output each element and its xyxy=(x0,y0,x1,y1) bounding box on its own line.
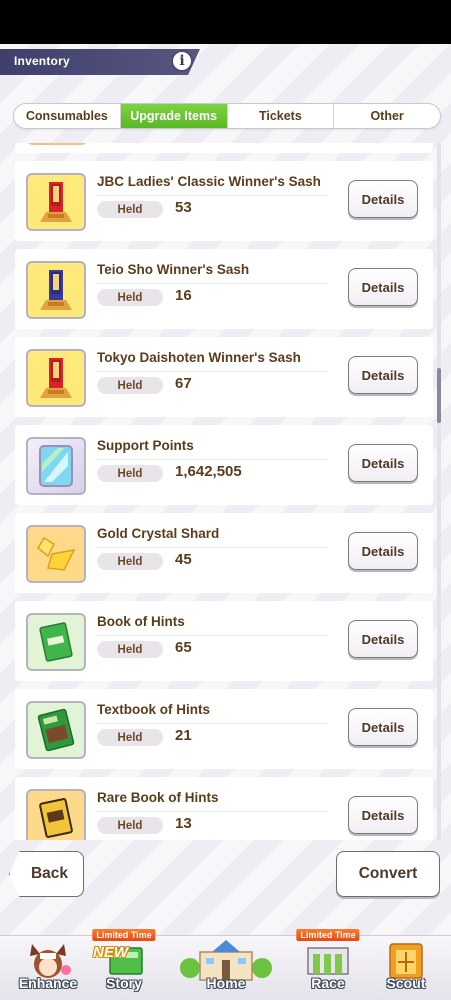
details-button[interactable]: Details xyxy=(348,796,418,834)
nav-label: Story xyxy=(106,975,142,991)
gold-crystal-icon xyxy=(26,525,86,583)
held-count: 45 xyxy=(175,551,192,568)
divider xyxy=(97,195,327,196)
purple-sash-icon xyxy=(26,261,86,319)
nav-label: Scout xyxy=(386,975,426,991)
held-label: Held xyxy=(97,729,163,746)
divider xyxy=(97,723,327,724)
held-count: 65 xyxy=(175,639,192,656)
tab-upgrade-items[interactable]: Upgrade Items xyxy=(120,104,228,128)
header-banner: Inventory xyxy=(0,49,200,75)
item-list[interactable]: JBC Ladies' Classic Winner's Sash Held 5… xyxy=(15,143,433,840)
divider xyxy=(97,547,327,548)
gold-book-icon xyxy=(26,789,86,840)
divider xyxy=(97,811,327,812)
held-count: 67 xyxy=(175,375,192,392)
list-item xyxy=(15,143,433,153)
details-button[interactable]: Details xyxy=(348,620,418,658)
tab-tickets[interactable]: Tickets xyxy=(228,104,335,128)
green-book-icon xyxy=(26,613,86,671)
item-name: Support Points xyxy=(97,438,194,453)
details-button[interactable]: Details xyxy=(348,180,418,218)
held-count: 1,642,505 xyxy=(175,463,242,480)
status-bar xyxy=(0,0,451,44)
list-item: Support Points Held 1,642,505 Details xyxy=(15,425,433,505)
nav-label: Race xyxy=(311,975,345,991)
nav-scout[interactable]: Scout xyxy=(368,936,444,1000)
item-name: Book of Hints xyxy=(97,614,185,629)
item-name: Teio Sho Winner's Sash xyxy=(97,262,250,277)
limited-time-badge: Limited Time xyxy=(92,929,156,941)
nav-label: Enhance xyxy=(18,975,78,991)
nav-enhance[interactable]: Enhance xyxy=(8,936,88,1000)
list-item: Gold Crystal Shard Held 45 Details xyxy=(15,513,433,593)
nav-story[interactable]: Limited Time NEW Story xyxy=(88,929,160,1000)
details-button[interactable]: Details xyxy=(348,444,418,482)
held-label: Held xyxy=(97,641,163,658)
list-item: Teio Sho Winner's Sash Held 16 Details xyxy=(15,249,433,329)
nav-home[interactable]: Home xyxy=(168,936,284,1000)
scrollbar-thumb[interactable] xyxy=(437,368,441,423)
support-card-icon xyxy=(26,437,86,495)
list-item: Tokyo Daishoten Winner's Sash Held 67 De… xyxy=(15,337,433,417)
held-label: Held xyxy=(97,201,163,218)
list-item: Rare Book of Hints Held 13 Details xyxy=(15,777,433,840)
nav-label: Home xyxy=(206,975,246,991)
item-name: Gold Crystal Shard xyxy=(97,526,220,541)
convert-button[interactable]: Convert xyxy=(336,851,440,897)
new-label: NEW xyxy=(93,944,128,961)
list-item: Book of Hints Held 65 Details xyxy=(15,601,433,681)
info-icon[interactable]: i xyxy=(171,50,193,72)
held-label: Held xyxy=(97,465,163,482)
red-sash-icon xyxy=(26,349,86,407)
tab-other[interactable]: Other xyxy=(334,104,440,128)
held-count: 16 xyxy=(175,287,192,304)
back-button[interactable]: Back xyxy=(9,851,84,897)
scrollbar[interactable] xyxy=(437,143,441,840)
tab-consumables[interactable]: Consumables xyxy=(14,104,121,128)
item-icon xyxy=(27,143,87,145)
list-item: Textbook of Hints Held 21 Details xyxy=(15,689,433,769)
divider xyxy=(97,635,327,636)
tab-bar: Consumables Upgrade Items Tickets Other xyxy=(13,103,441,129)
item-name: Tokyo Daishoten Winner's Sash xyxy=(97,350,301,365)
held-label: Held xyxy=(97,553,163,570)
page-title: Inventory xyxy=(14,54,70,68)
limited-time-badge: Limited Time xyxy=(296,929,360,941)
divider xyxy=(97,459,327,460)
held-count: 21 xyxy=(175,727,192,744)
held-label: Held xyxy=(97,377,163,394)
held-label: Held xyxy=(97,289,163,306)
divider xyxy=(97,371,327,372)
details-button[interactable]: Details xyxy=(348,356,418,394)
divider xyxy=(97,283,327,284)
item-name: Rare Book of Hints xyxy=(97,790,219,805)
nav-race[interactable]: Limited Time Race xyxy=(292,929,364,1000)
red-sash-icon xyxy=(26,173,86,231)
item-name: Textbook of Hints xyxy=(97,702,210,717)
list-item: JBC Ladies' Classic Winner's Sash Held 5… xyxy=(15,161,433,241)
held-count: 53 xyxy=(175,199,192,216)
textbook-icon xyxy=(26,701,86,759)
held-count: 13 xyxy=(175,815,192,832)
character-avatar-icon xyxy=(30,944,71,978)
details-button[interactable]: Details xyxy=(348,268,418,306)
item-name: JBC Ladies' Classic Winner's Sash xyxy=(97,174,321,189)
bottom-nav: Enhance Limited Time NEW Story Home Limi… xyxy=(0,929,451,1000)
details-button[interactable]: Details xyxy=(348,532,418,570)
details-button[interactable]: Details xyxy=(348,708,418,746)
held-label: Held xyxy=(97,817,163,834)
